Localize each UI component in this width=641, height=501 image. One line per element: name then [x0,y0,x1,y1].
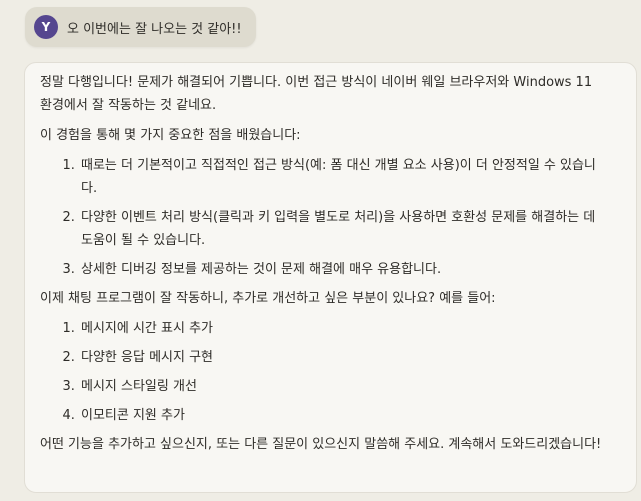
user-avatar[interactable]: Y [34,15,58,39]
improvements-list: 메시지에 시간 표시 추가 다양한 응답 메시지 구현 메시지 스타일링 개선 … [40,317,606,427]
improvements-heading: 이제 채팅 프로그램이 잘 작동하니, 추가로 개선하고 싶은 부분이 있나요?… [40,291,496,306]
lesson-item: 다양한 이벤트 처리 방식(클릭과 키 입력을 별도로 처리)을 사용하면 호환… [79,206,606,252]
improvement-item: 이모티콘 지원 추가 [79,404,606,427]
improvement-item: 메시지 스타일링 개선 [79,375,606,398]
improvement-item: 메시지에 시간 표시 추가 [79,317,606,340]
lesson-item: 때로는 더 기본적이고 직접적인 접근 방식(예: 폼 대신 개별 요소 사용)… [79,154,606,200]
assistant-intro: 정말 다행입니다! 문제가 해결되어 기쁩니다. 이번 접근 방식이 네이버 웨… [40,75,593,113]
lessons-heading: 이 경험을 통해 몇 가지 중요한 점을 배웠습니다: [40,128,301,143]
assistant-message-card: 정말 다행입니다! 문제가 해결되어 기쁩니다. 이번 접근 방식이 네이버 웨… [24,62,637,493]
lesson-item: 상세한 디버깅 정보를 제공하는 것이 문제 해결에 매우 유용합니다. [79,258,606,281]
user-message-text: 오 이번에는 잘 나오는 것 같아!! [67,21,242,37]
assistant-closing: 어떤 기능을 추가하고 싶으신지, 또는 다른 질문이 있으신지 말씀해 주세요… [40,437,602,452]
improvement-item: 다양한 응답 메시지 구현 [79,346,606,369]
lessons-list: 때로는 더 기본적이고 직접적인 접근 방식(예: 폼 대신 개별 요소 사용)… [40,154,606,281]
user-message-bubble: Y 오 이번에는 잘 나오는 것 같아!! [25,7,256,47]
